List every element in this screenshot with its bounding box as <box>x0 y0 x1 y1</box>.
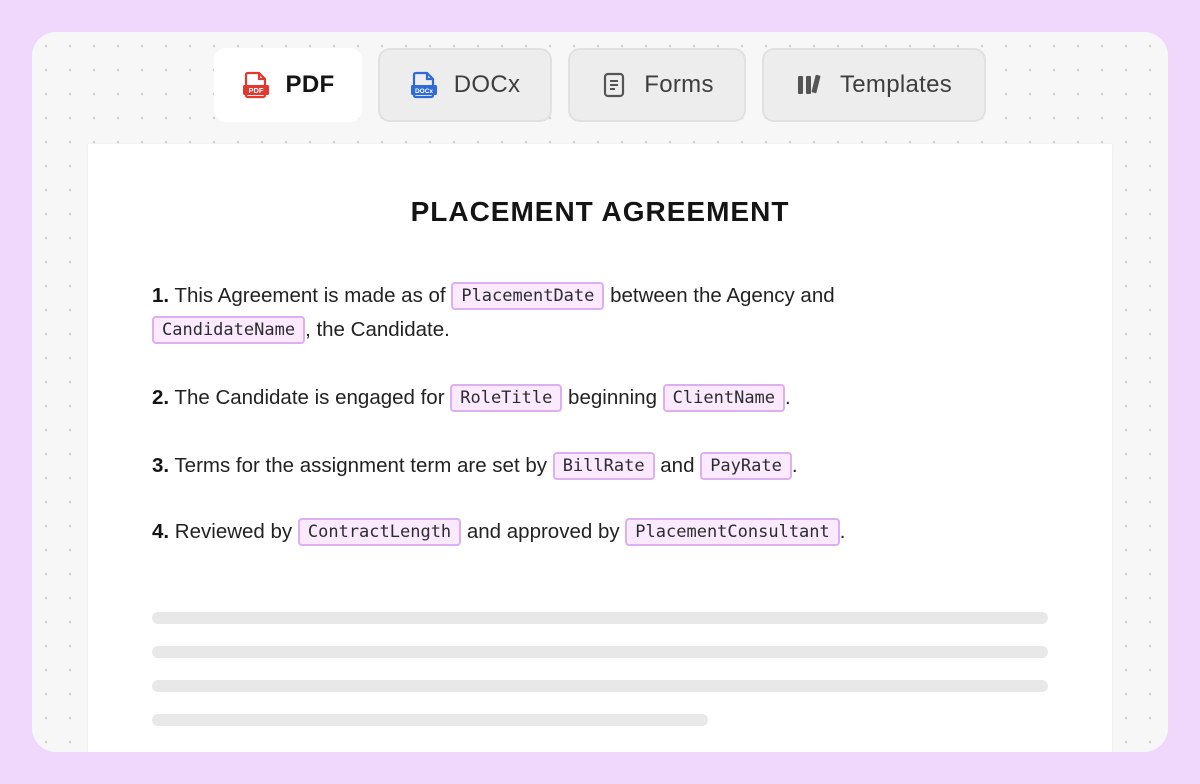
document-page: PLACEMENT AGREEMENT 1. This Agreement is… <box>88 144 1112 752</box>
tab-label: Forms <box>644 71 714 98</box>
merge-field-chip[interactable]: ClientName <box>662 384 786 412</box>
tab-label: DOCx <box>453 71 521 98</box>
tab-label: PDF <box>285 71 335 98</box>
docx-file-icon: DOCx <box>410 71 438 99</box>
tab-forms[interactable]: Forms <box>568 48 746 122</box>
placeholder-line <box>152 646 1048 658</box>
merge-field-chip[interactable]: CandidateName <box>152 316 306 344</box>
clause-text: , the Candidate. <box>305 318 450 341</box>
tab-pdf[interactable]: PDF PDF <box>214 48 362 122</box>
merge-field-chip[interactable]: RoleTitle <box>450 384 563 412</box>
placeholder-line <box>152 612 1048 624</box>
merge-field-chip[interactable]: PlacementDate <box>451 282 605 310</box>
clause-text: The Candidate is engaged for <box>169 386 451 409</box>
clause-text: . <box>785 386 791 409</box>
clause-text: This Agreement is made as of <box>169 284 452 307</box>
tab-label: Templates <box>839 71 953 98</box>
clause-number: 4. <box>152 520 170 543</box>
clause-text: and <box>654 454 701 477</box>
templates-library-icon <box>796 71 824 99</box>
pdf-icon-text: PDF <box>248 86 263 95</box>
document-title: PLACEMENT AGREEMENT <box>410 196 790 227</box>
placeholder-line <box>152 680 1048 692</box>
clause-number: 2. <box>152 386 170 409</box>
merge-field-chip[interactable]: BillRate <box>552 452 655 480</box>
editor-panel: PDF PDF DOCx DOCx Forms Templates PLACEM… <box>32 32 1168 752</box>
docx-icon-text: DOCx <box>415 88 433 95</box>
clause-text: beginning <box>562 386 663 409</box>
merge-field-chip[interactable]: PlacementConsultant <box>625 518 840 546</box>
clause-text: Reviewed by <box>169 520 298 543</box>
clause-text: . <box>791 454 798 477</box>
clause-text: and approved by <box>461 520 626 543</box>
pdf-file-icon: PDF <box>242 71 270 99</box>
tab-templates[interactable]: Templates <box>762 48 986 122</box>
tab-docx[interactable]: DOCx DOCx <box>378 48 552 122</box>
form-document-icon <box>600 71 628 99</box>
clause-1: 1. This Agreement is made as of Placemen… <box>152 279 952 347</box>
clause-number: 1. <box>152 284 170 307</box>
clause-2: 2. The Candidate is engaged for RoleTitl… <box>152 381 952 415</box>
clause-4: 4. Reviewed by ContractLength and approv… <box>152 515 952 549</box>
clause-text: between the Agency and <box>604 284 835 307</box>
merge-field-chip[interactable]: ContractLength <box>297 518 462 546</box>
clause-text: . <box>839 520 846 543</box>
merge-field-chip[interactable]: PayRate <box>700 452 792 480</box>
clause-number: 3. <box>152 454 170 477</box>
clause-3: 3. Terms for the assignment term are set… <box>152 449 952 483</box>
placeholder-line <box>152 714 708 726</box>
clause-text: Terms for the assignment term are set by <box>169 454 553 477</box>
